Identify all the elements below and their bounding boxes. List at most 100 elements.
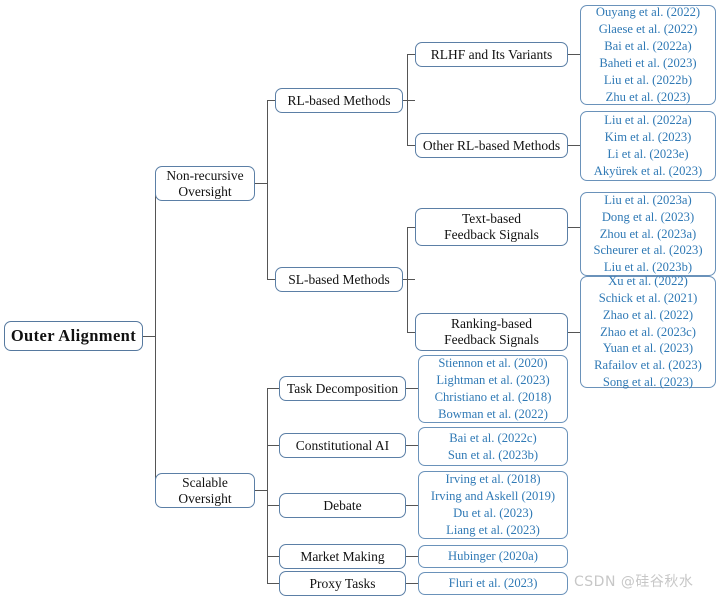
edge-scalable-to-debate <box>267 505 279 506</box>
node-rl-based-methods[interactable]: RL-based Methods <box>275 88 403 113</box>
edge-scalable-to-proxy <box>267 583 279 584</box>
node-label-line1: Scalable <box>182 474 228 490</box>
citation-entry: Stiennon et al. (2020) <box>438 356 548 371</box>
citation-entry: Xu et al. (2022) <box>608 273 688 288</box>
edge-debate-to-cites <box>406 505 418 506</box>
citation-entry: Zhou et al. (2023a) <box>599 226 697 241</box>
node-label-line2: Feedback Signals <box>444 227 539 242</box>
citation-entry: Liu et al. (2022b) <box>603 72 693 87</box>
citation-entry: Kim et al. (2023) <box>604 130 692 145</box>
node-label-line1: Non-recursive <box>166 167 244 183</box>
node-label-line2: Oversight <box>178 183 232 199</box>
node-label: RL-based Methods <box>287 92 391 108</box>
node-label: Proxy Tasks <box>309 575 376 591</box>
node-label: Task Decomposition <box>286 380 399 396</box>
citation-entry: Irving et al. (2018) <box>445 472 541 487</box>
node-market-making[interactable]: Market Making <box>279 544 406 569</box>
citations-constitutional-ai[interactable]: Bai et al. (2022c) Sun et al. (2023b) <box>418 427 568 466</box>
node-debate[interactable]: Debate <box>279 493 406 518</box>
citations-proxy-tasks[interactable]: Fluri et al. (2023) <box>418 572 568 595</box>
node-label-line1: Ranking-based <box>451 316 532 332</box>
citation-entry: Ouyang et al. (2022) <box>595 5 701 20</box>
citation-entry: Rafailov et al. (2023) <box>594 358 702 373</box>
watermark-label: CSDN @硅谷秋水 <box>574 574 694 590</box>
node-label: Constitutional AI <box>295 437 390 453</box>
node-label: Market Making <box>300 548 385 564</box>
citation-entry: Irving and Askell (2019) <box>430 489 556 504</box>
edge-sl-stub <box>403 279 415 280</box>
citations-task-decomposition[interactable]: Stiennon et al. (2020) Lightman et al. (2… <box>418 355 568 423</box>
node-non-recursive-oversight[interactable]: Non-recursive Oversight <box>155 166 255 201</box>
taxonomy-diagram: Outer Alignment Non-recursive Oversight … <box>0 0 720 600</box>
citations-other-rl-based-methods[interactable]: Liu et al. (2022a) Kim et al. (2023) Li et… <box>580 111 716 181</box>
citation-entry: Li et al. (2023e) <box>607 147 689 161</box>
edge-sl-to-text <box>407 227 415 228</box>
citation-entry: Fluri et al. (2023) <box>448 576 538 591</box>
citation-entry: Schick et al. (2021) <box>598 290 698 305</box>
node-label: Other RL-based Methods <box>422 137 561 153</box>
citation-entry: Akyürek et al. (2023) <box>593 163 703 178</box>
citation-entry: Dong et al. (2023) <box>601 209 695 224</box>
citation-entry: Scheurer et al. (2023) <box>593 243 703 258</box>
edge-root-stub <box>143 336 155 337</box>
edge-scalable-to-market <box>267 556 279 557</box>
node-label-line2: Oversight <box>178 490 232 506</box>
node-task-decomposition[interactable]: Task Decomposition <box>279 376 406 401</box>
citation-entry: Baheti et al. (2023) <box>599 56 697 70</box>
node-label: SL-based Methods <box>288 271 390 287</box>
citation-entry: Hubinger (2020a) <box>448 549 538 564</box>
node-label: Debate <box>323 497 362 513</box>
edge-sl-to-ranking <box>407 332 415 333</box>
edge-rl-trunk <box>407 54 408 145</box>
edge-sl-trunk <box>407 227 408 332</box>
citation-entry: Christiano et al. (2018) <box>434 390 552 404</box>
node-ranking-based-feedback-signals[interactable]: Ranking-based Feedback Signals <box>415 313 568 351</box>
citation-entry: Yuan et al. (2023) <box>602 341 694 356</box>
edge-root-trunk <box>155 183 156 490</box>
node-scalable-oversight[interactable]: Scalable Oversight <box>155 473 255 508</box>
citation-entry: Du et al. (2023) <box>453 506 533 520</box>
citation-entry: Bai et al. (2022a) <box>604 39 692 54</box>
citations-rlhf-and-its-variants[interactable]: Ouyang et al. (2022) Glaese et al. (2022)… <box>580 5 716 105</box>
citations-text-based-feedback-signals[interactable]: Liu et al. (2023a) Dong et al. (2023) Zhou… <box>580 192 716 276</box>
citation-entry: Zhu et al. (2023) <box>605 89 691 104</box>
edge-rl-stub <box>403 100 415 101</box>
edge-ranking-to-cites <box>568 332 580 333</box>
edge-scalable-stub <box>255 490 267 491</box>
citation-entry: Liu et al. (2023a) <box>604 192 692 207</box>
node-label: Outer Alignment <box>10 326 137 346</box>
node-text-based-feedback-signals[interactable]: Text-based Feedback Signals <box>415 208 568 246</box>
citation-entry: Sun et al. (2023b) <box>447 447 539 462</box>
citation-entry: Song et al. (2023) <box>602 375 694 390</box>
node-sl-based-methods[interactable]: SL-based Methods <box>275 267 403 292</box>
node-label: RLHF and Its Variants <box>430 46 553 62</box>
node-proxy-tasks[interactable]: Proxy Tasks <box>279 571 406 596</box>
node-label-line1: Text-based <box>461 211 521 227</box>
node-rlhf-and-its-variants[interactable]: RLHF and Its Variants <box>415 42 568 67</box>
edge-taskdecomp-to-cites <box>406 388 418 389</box>
node-other-rl-based-methods[interactable]: Other RL-based Methods <box>415 133 568 158</box>
node-constitutional-ai[interactable]: Constitutional AI <box>279 433 406 458</box>
edge-scalable-trunk <box>267 388 268 583</box>
edge-constitutional-to-cites <box>406 445 418 446</box>
citation-entry: Liu et al. (2022a) <box>604 113 692 128</box>
citation-entry: Bai et al. (2022c) <box>449 430 537 445</box>
citation-entry: Glaese et al. (2022) <box>598 22 698 37</box>
citation-entry: Lightman et al. (2023) <box>436 373 550 388</box>
citation-entry: Bowman et al. (2022) <box>438 406 548 421</box>
citation-entry: Zhao et al. (2022) <box>602 307 694 322</box>
edge-market-to-cites <box>406 556 418 557</box>
citation-entry: Zhao et al. (2023c) <box>600 324 696 339</box>
edge-otherrl-to-cites <box>568 145 580 146</box>
edge-rlhf-to-cites <box>568 54 580 55</box>
node-outer-alignment[interactable]: Outer Alignment <box>4 321 143 351</box>
citations-ranking-based-feedback-signals[interactable]: Xu et al. (2022) Schick et al. (2021) Zhao… <box>580 273 716 390</box>
node-label-line2: Feedback Signals <box>444 332 539 347</box>
edge-rl-to-other <box>407 145 415 146</box>
edge-rl-to-rlhf <box>407 54 415 55</box>
citation-entry: Liang et al. (2023) <box>446 522 540 537</box>
edge-scalable-to-taskdecomp <box>267 388 279 389</box>
citations-debate[interactable]: Irving et al. (2018) Irving and Askell (2… <box>418 471 568 539</box>
edge-proxy-to-cites <box>406 583 418 584</box>
citations-market-making[interactable]: Hubinger (2020a) <box>418 545 568 568</box>
